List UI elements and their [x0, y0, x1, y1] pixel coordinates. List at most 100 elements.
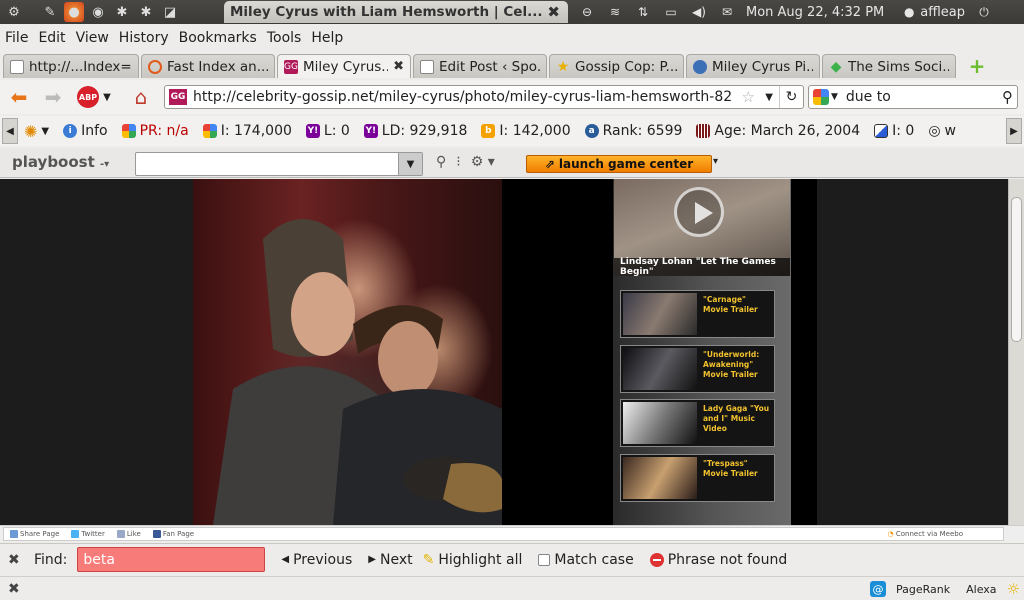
text-editor-icon[interactable]: ✎	[40, 2, 60, 22]
tab-fast-index[interactable]: Fast Index an...	[141, 54, 275, 78]
menu-view[interactable]: View	[76, 30, 109, 46]
highlight-all-button[interactable]: ✎ Highlight all	[423, 552, 523, 568]
username[interactable]: affleap	[920, 5, 965, 20]
forward-arrow-icon[interactable]: ➡	[40, 85, 66, 109]
scroll-left-icon[interactable]: ◀	[2, 118, 18, 144]
launch-game-center-button[interactable]: ⇗ launch game center	[526, 155, 712, 173]
sun-smiley-icon[interactable]: ☼	[1007, 580, 1020, 598]
vertical-scrollbar[interactable]	[1008, 179, 1024, 525]
video-item-carnage[interactable]: "Carnage" Movie Trailer	[620, 290, 775, 338]
video-item-trespass[interactable]: "Trespass" Movie Trailer	[620, 454, 775, 502]
app-launcher-icon-4[interactable]: ◪	[160, 2, 180, 22]
checkbox-icon[interactable]	[538, 553, 551, 566]
engine-dropdown-icon[interactable]: ▼	[831, 92, 838, 102]
reload-icon[interactable]: ↻	[779, 86, 803, 108]
close-statusbar-icon[interactable]: ✖	[8, 581, 20, 597]
magnifier-search-icon[interactable]: ⚲	[1002, 88, 1013, 106]
window-close-icon[interactable]: ✖	[547, 3, 560, 21]
site-identity-icon[interactable]: GG	[169, 89, 187, 105]
url-history-dropdown-icon[interactable]: ▼	[765, 92, 773, 103]
window-title-tab[interactable]: Miley Cyrus with Liam Hemsworth | Cel...…	[224, 1, 568, 23]
seo-info[interactable]: i Info	[63, 123, 108, 139]
mail-icon[interactable]: ✉	[718, 5, 736, 19]
like-button[interactable]: Like	[116, 530, 141, 538]
seo-alexa-rank[interactable]: a Rank: 6599	[584, 123, 682, 139]
menu-bookmarks[interactable]: Bookmarks	[179, 30, 257, 46]
game-center-dropdown-icon[interactable]: ▾	[713, 156, 718, 167]
playboost-search-input[interactable]: ▼	[135, 152, 423, 176]
tab-edit-post[interactable]: Edit Post ‹ Spo...	[413, 54, 547, 78]
seo-dropdown-icon[interactable]: ▼	[41, 126, 49, 137]
playboost-search-icon[interactable]: ⚲	[436, 154, 446, 170]
menu-tools[interactable]: Tools	[267, 30, 302, 46]
seo-settings[interactable]: ✺ ▼	[24, 122, 49, 141]
minimize-circle-icon[interactable]: ⊖	[578, 5, 596, 19]
video-item-lady-gaga[interactable]: Lady Gaga "You and I" Music Video	[620, 399, 775, 447]
url-bar[interactable]: GG http://celebrity-gossip.net/miley-cyr…	[164, 85, 804, 109]
find-next-button[interactable]: ▶ Next	[368, 552, 412, 568]
menu-history[interactable]: History	[119, 30, 169, 46]
seo-w[interactable]: ◎ w	[928, 123, 956, 139]
firefox-icon[interactable]: ●	[64, 2, 84, 22]
featured-video[interactable]: Lindsay Lohan "Let The Games Begin"	[614, 179, 790, 277]
seo-pagerank[interactable]: PR: n/a	[121, 123, 189, 139]
twitter-button[interactable]: Twitter	[71, 530, 105, 538]
connect-via-meebo[interactable]: ◔ Connect via Meebo	[888, 530, 964, 538]
seo-age[interactable]: Age: March 26, 2004	[696, 123, 860, 139]
launch-arrow-icon: ⇗	[544, 157, 555, 171]
google-engine-icon[interactable]	[813, 89, 829, 105]
playboost-dropdown-icon[interactable]: -▾	[100, 159, 109, 170]
scroll-right-icon[interactable]: ▶	[1006, 118, 1022, 144]
seo-google-index[interactable]: I: 174,000	[202, 123, 292, 139]
match-case-checkbox[interactable]: Match case	[538, 552, 634, 568]
pagerank-label[interactable]: PageRank	[896, 583, 950, 596]
search-box[interactable]: ▼ due to ⚲	[808, 85, 1018, 109]
seo-bing-index[interactable]: b I: 142,000	[481, 123, 571, 139]
new-tab-plus-icon[interactable]: +	[966, 54, 988, 78]
user-icon[interactable]: ●	[900, 5, 918, 19]
playboost-logo[interactable]: playboost -▾	[12, 153, 109, 171]
find-input[interactable]: beta	[77, 547, 266, 572]
alexa-label[interactable]: Alexa	[966, 583, 996, 596]
back-arrow-icon[interactable]: ⬅	[6, 85, 32, 109]
app-launcher-icon-3[interactable]: ✱	[136, 2, 156, 22]
power-icon[interactable]: ⏻	[975, 5, 993, 19]
volume-icon[interactable]: ◀)	[690, 5, 708, 19]
adblock-dropdown-icon[interactable]: ▼	[100, 85, 114, 109]
app-launcher-icon-2[interactable]: ✱	[112, 2, 132, 22]
page-icon	[10, 59, 24, 74]
ubuntu-logo-icon[interactable]: ⚙	[4, 2, 24, 22]
seo-yahoo-links[interactable]: Y! L: 0	[305, 123, 350, 139]
wifi-icon[interactable]: ≋	[606, 5, 624, 19]
seo-yahoo-ld[interactable]: Y! LD: 929,918	[363, 123, 467, 139]
playboost-gear-icon[interactable]: ⚙ ▾	[471, 154, 495, 170]
menu-help[interactable]: Help	[311, 30, 343, 46]
video-item-underworld[interactable]: "Underworld: Awakening" Movie Trailer	[620, 345, 775, 393]
seo-delicious[interactable]: I: 0	[874, 123, 914, 139]
at-sign-icon[interactable]: @	[870, 581, 887, 597]
tab-sims-social[interactable]: ◆ The Sims Soci...	[822, 54, 956, 78]
adblock-icon[interactable]: ABP	[76, 85, 100, 109]
tab-index[interactable]: http://...Index=3	[3, 54, 139, 78]
network-icon[interactable]: ⇅	[634, 5, 652, 19]
find-previous-button[interactable]: ◀ Previous	[281, 552, 352, 568]
play-icon[interactable]	[674, 187, 724, 237]
playboost-input-dropdown-icon[interactable]: ▼	[398, 153, 422, 175]
menu-file[interactable]: File	[5, 30, 28, 46]
celebrity-photo[interactable]	[193, 179, 502, 525]
close-findbar-icon[interactable]: ✖	[8, 552, 22, 568]
tab-miley-pics[interactable]: Miley Cyrus Pi...	[686, 54, 820, 78]
bookmark-star-icon[interactable]: ☆	[742, 88, 755, 106]
clock[interactable]: Mon Aug 22, 4:32 PM	[746, 5, 884, 20]
scrollbar-thumb[interactable]	[1011, 197, 1022, 342]
home-icon[interactable]: ⌂	[128, 85, 154, 109]
tab-miley-cyrus[interactable]: GG Miley Cyrus... ✖	[277, 54, 411, 78]
fan-page-button[interactable]: Fan Page	[152, 530, 194, 538]
menu-edit[interactable]: Edit	[38, 30, 65, 46]
tab-gossip-cop[interactable]: ★ Gossip Cop: P...	[549, 54, 684, 78]
battery-icon[interactable]: ▭	[662, 5, 680, 19]
close-tab-icon[interactable]: ✖	[393, 59, 404, 74]
star-icon: ★	[556, 58, 570, 75]
app-launcher-icon-1[interactable]: ◉	[88, 2, 108, 22]
share-page-button[interactable]: Share Page	[10, 530, 59, 538]
